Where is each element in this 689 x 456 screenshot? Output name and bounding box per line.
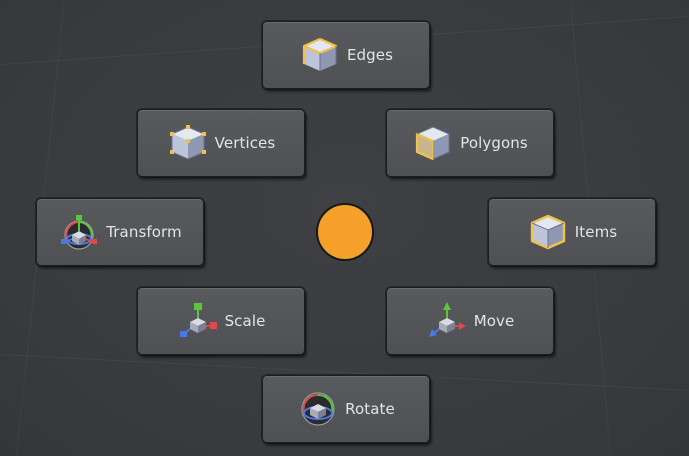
scale-gizmo-icon bbox=[177, 300, 219, 342]
items-button[interactable]: Items bbox=[488, 198, 656, 266]
rotate-gizmo-icon bbox=[297, 388, 339, 430]
items-cube-icon bbox=[527, 211, 569, 253]
edges-cube-icon bbox=[299, 34, 341, 76]
polygons-button[interactable]: Polygons bbox=[386, 109, 554, 177]
transform-button[interactable]: Transform bbox=[36, 198, 204, 266]
scale-button[interactable]: Scale bbox=[137, 287, 305, 355]
move-gizmo-icon bbox=[426, 300, 468, 342]
edges-button[interactable]: Edges bbox=[262, 21, 430, 89]
rotate-button[interactable]: Rotate bbox=[262, 375, 430, 443]
items-label: Items bbox=[574, 223, 618, 241]
transform-label: Transform bbox=[106, 223, 182, 241]
vertices-cube-icon bbox=[167, 122, 209, 164]
pie-center-dot bbox=[316, 203, 374, 261]
edges-label: Edges bbox=[346, 46, 394, 64]
polygons-cube-icon bbox=[412, 122, 454, 164]
vertices-button[interactable]: Vertices bbox=[137, 109, 305, 177]
rotate-label: Rotate bbox=[345, 400, 395, 418]
scale-label: Scale bbox=[224, 312, 266, 330]
transform-gizmo-icon bbox=[58, 211, 100, 253]
move-button[interactable]: Move bbox=[386, 287, 554, 355]
move-label: Move bbox=[473, 312, 515, 330]
vertices-label: Vertices bbox=[214, 134, 276, 152]
polygons-label: Polygons bbox=[460, 134, 528, 152]
